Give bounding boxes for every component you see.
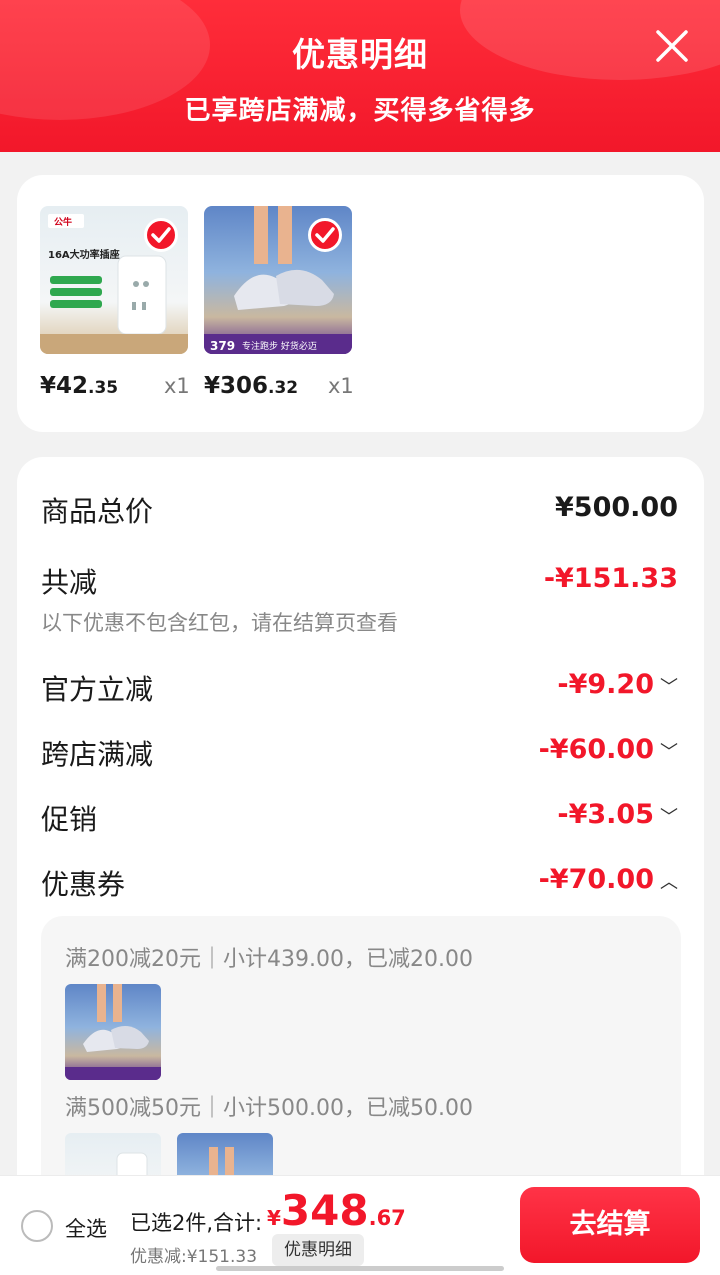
discount-detail-button[interactable]: 优惠明细 [272,1234,364,1266]
total-price-value: ¥500.00 [555,492,678,523]
product-quantity: x1 [164,374,190,398]
coupon-product-thumbnail [65,984,161,1080]
discount-label-promotion: 促销 [41,803,98,836]
shoe-image [65,984,161,1080]
product-price: ¥306.32 [204,373,299,399]
check-icon [315,227,335,243]
total-reduced-value: -¥151.33 [543,563,678,594]
brand-text: 公牛 [54,216,72,228]
check-icon [151,227,171,243]
close-button[interactable] [654,28,690,64]
coupon-line: 满500减50元｜小计500.00，已减50.00 [65,1096,473,1121]
discount-label-crossstore: 跨店满减 [41,738,154,771]
discount-row-official[interactable]: -¥9.20 ﹀ [557,669,678,700]
product-quantity: x1 [328,374,354,398]
selected-products-card: 公牛 16A大功率插座 379 专注跑步 好货必迈 ¥42.35 x1 ¥306… [17,175,704,432]
chevron-up-icon: ︿ [660,872,678,893]
chevron-down-icon: ﹀ [660,677,678,698]
coupon-detail-box: 满200减20元｜小计439.00，已减20.00 满500减50元｜小计500… [41,916,681,1217]
chevron-down-icon: ﹀ [660,807,678,828]
page-title: 优惠明细 [292,35,428,74]
discount-label-coupon: 优惠券 [41,868,126,901]
product-price: ¥42.35 [40,373,119,399]
total-amount: ¥348.67 [267,1186,406,1235]
select-all-label[interactable]: 全选 [65,1213,107,1243]
product-thumbnail-socket[interactable]: 公牛 16A大功率插座 [40,206,188,354]
discount-label-official: 官方立减 [41,673,154,706]
total-price-label: 商品总价 [41,495,154,528]
checkout-bar: 全选 已选2件,合计: ¥348.67 优惠减:¥151.33 优惠明细 去结算 [0,1175,720,1275]
checkout-button[interactable]: 去结算 [520,1187,700,1263]
selected-check[interactable] [308,218,342,252]
selected-count: 已选2件,合计: [130,1211,263,1235]
total-reduced-label: 共减 [41,566,98,599]
chevron-down-icon: ﹀ [660,742,678,763]
home-indicator [216,1266,504,1271]
header: 优惠明细 已享跨店满减，买得多省得多 [0,0,720,152]
discount-amount: 优惠减:¥151.33 [130,1247,258,1267]
thumb-caption: 专注跑步 好货必迈 [242,340,317,352]
discount-row-crossstore[interactable]: -¥60.00 ﹀ [539,734,678,765]
coupon-line: 满200减20元｜小计439.00，已减20.00 [65,947,473,972]
discount-note: 以下优惠不包含红包，请在结算页查看 [41,611,398,635]
discount-row-coupon[interactable]: -¥70.00 ︿ [539,864,678,895]
page-subtitle: 已享跨店满减，买得多省得多 [184,96,536,126]
product-thumbnail-shoes[interactable]: 379 专注跑步 好货必迈 [204,206,352,354]
selected-check[interactable] [144,218,178,252]
thumb-caption: 16A大功率插座 [48,248,120,261]
select-all-radio[interactable] [21,1210,53,1242]
shoe-badge: 379 [210,339,235,353]
discount-summary-card: 商品总价 ¥500.00 共减 -¥151.33 以下优惠不包含红包，请在结算页… [17,457,704,1217]
close-icon [656,30,688,62]
discount-row-promotion[interactable]: -¥3.05 ﹀ [557,799,678,830]
